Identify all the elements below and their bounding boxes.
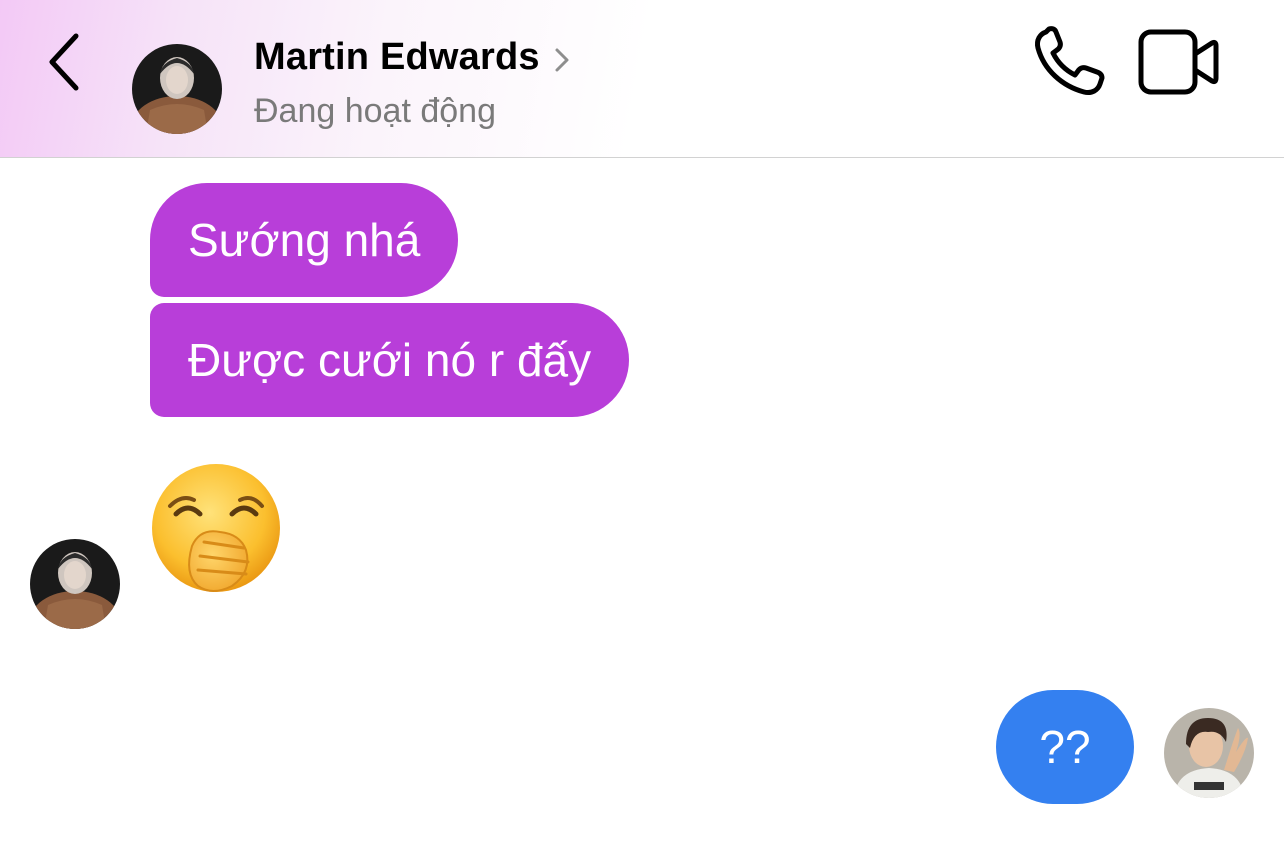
my-avatar[interactable] bbox=[1164, 708, 1254, 798]
back-button[interactable] bbox=[36, 26, 92, 98]
contact-name-link[interactable]: Martin Edwards bbox=[254, 36, 570, 79]
outgoing-message[interactable]: ?? bbox=[996, 690, 1134, 804]
chat-header: Martin Edwards Đang hoạt động bbox=[0, 0, 1284, 158]
chevron-right-icon bbox=[555, 48, 569, 71]
yawning-face-icon bbox=[152, 464, 280, 592]
contact-avatar[interactable] bbox=[132, 44, 222, 134]
incoming-message[interactable]: Sướng nhá bbox=[150, 183, 459, 297]
sender-avatar[interactable] bbox=[30, 539, 120, 629]
phone-icon bbox=[1035, 26, 1105, 95]
call-button[interactable] bbox=[1030, 24, 1110, 100]
incoming-message[interactable]: Được cưới nó r đấy bbox=[150, 303, 630, 417]
message-text: ?? bbox=[1039, 721, 1091, 773]
video-camera-icon bbox=[1138, 29, 1219, 95]
yawning-face-emoji-message[interactable] bbox=[148, 462, 286, 600]
contact-name: Martin Edwards bbox=[254, 36, 540, 78]
video-call-button[interactable] bbox=[1136, 26, 1220, 98]
active-status: Đang hoạt động bbox=[254, 92, 496, 130]
chevron-left-icon bbox=[49, 33, 79, 91]
message-text: Được cưới nó r đấy bbox=[188, 334, 592, 386]
message-text: Sướng nhá bbox=[188, 214, 421, 266]
